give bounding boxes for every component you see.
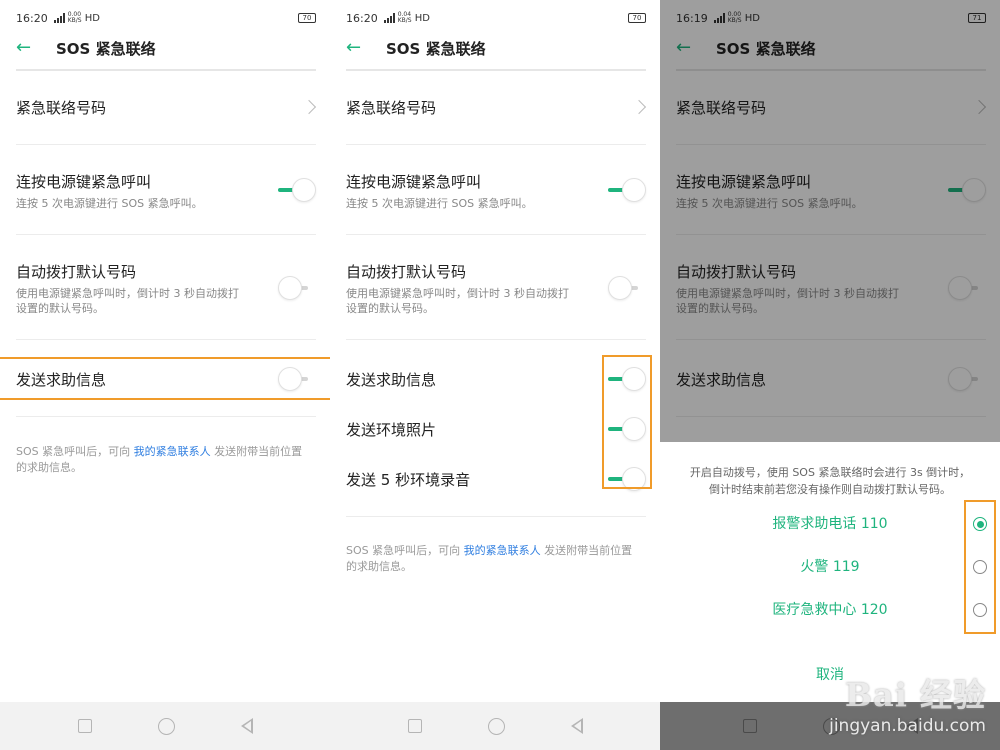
power-key-toggle[interactable] — [278, 178, 316, 202]
row-power-key-call[interactable]: 连按电源键紧急呼叫 连按 5 次电源键进行 SOS 紧急呼叫。 — [346, 171, 646, 211]
option-label: 医疗急救中心 120 — [772, 602, 888, 618]
dialog-scrim[interactable] — [660, 0, 1000, 442]
row-label: 紧急联络号码 — [346, 99, 437, 117]
net-speed: 0.00 KB/S — [67, 11, 82, 24]
row-send-info[interactable]: 发送求助信息 — [346, 367, 646, 391]
footnote: SOS 紧急呼叫后，可向 我的紧急联系人 发送附带当前位置 的求助信息。 — [16, 445, 303, 474]
divider — [16, 339, 316, 340]
home-circle-icon[interactable] — [487, 717, 505, 735]
page-title: SOS 紧急联络 — [56, 39, 156, 58]
net-speed: 0.04 KB/S — [397, 11, 412, 24]
recents-square-icon[interactable] — [77, 719, 92, 733]
footnote: SOS 紧急呼叫后，可向 我的紧急联系人 发送附带当前位置 的求助信息。 — [346, 544, 633, 573]
back-arrow-icon[interactable]: ← — [16, 39, 34, 57]
row-label: 自动拨打默认号码 — [16, 263, 137, 281]
watermark-url: jingyan.baidu.com — [829, 716, 986, 736]
divider — [16, 234, 316, 235]
battery-icon: 70 — [628, 13, 646, 23]
row-subtitle: 连按 5 次电源键进行 SOS 紧急呼叫。 — [346, 197, 533, 210]
recents-square-icon[interactable] — [407, 719, 422, 733]
baidu-jingyan-watermark: Bai 经验 jingyan.baidu.com — [829, 670, 986, 736]
back-triangle-icon[interactable] — [570, 718, 583, 734]
divider — [346, 516, 646, 517]
page-title: SOS 紧急联络 — [386, 39, 486, 58]
row-send-audio[interactable]: 发送 5 秒环境录音 — [346, 467, 646, 491]
option-police-110[interactable]: 报警求助电话 110 — [660, 508, 1000, 540]
signal-icon — [383, 13, 395, 23]
auto-dial-toggle[interactable] — [608, 276, 646, 300]
header: ← SOS 紧急联络 — [16, 36, 314, 60]
row-label: 紧急联络号码 — [16, 99, 107, 117]
row-emergency-contact[interactable]: 紧急联络号码 — [346, 97, 647, 117]
divider — [346, 234, 646, 235]
emergency-contacts-link[interactable]: 我的紧急联系人 — [464, 544, 541, 557]
row-emergency-contact[interactable]: 紧急联络号码 — [16, 97, 317, 117]
divider — [16, 416, 316, 417]
status-bar: 16:20 0.00 KB/S HD 70 — [16, 10, 316, 26]
auto-dial-toggle[interactable] — [278, 276, 316, 300]
back-triangle-icon[interactable] — [240, 718, 253, 734]
screen-2: 16:20 0.04 KB/S HD 70 ← SOS 紧急联络 紧急联络号码 连… — [330, 0, 660, 750]
row-auto-dial[interactable]: 自动拨打默认号码 使用电源键紧急呼叫时，倒计时 3 秒自动拨打 设置的默认号码。 — [16, 261, 316, 316]
row-subtitle: 使用电源键紧急呼叫时，倒计时 3 秒自动拨打 设置的默认号码。 — [346, 287, 569, 315]
status-time: 16:20 — [16, 11, 48, 25]
option-medical-120[interactable]: 医疗急救中心 120 — [660, 594, 1000, 626]
row-subtitle: 使用电源键紧急呼叫时，倒计时 3 秒自动拨打 设置的默认号码。 — [16, 287, 239, 315]
divider — [16, 144, 316, 145]
header: ← SOS 紧急联络 — [346, 36, 644, 60]
divider — [346, 144, 646, 145]
power-key-toggle[interactable] — [608, 178, 646, 202]
option-label: 报警求助电话 110 — [772, 516, 888, 532]
recents-square-icon[interactable] — [742, 719, 757, 733]
highlight-box — [602, 355, 652, 489]
header-divider — [16, 69, 316, 71]
highlight-box — [964, 500, 996, 634]
row-label: 发送 5 秒环境录音 — [346, 471, 471, 489]
row-power-key-call[interactable]: 连按电源键紧急呼叫 连按 5 次电源键进行 SOS 紧急呼叫。 — [16, 171, 316, 211]
row-send-photo[interactable]: 发送环境照片 — [346, 417, 646, 441]
hd-indicator: HD — [414, 12, 430, 24]
system-nav-bar — [0, 702, 330, 750]
row-label: 连按电源键紧急呼叫 — [16, 173, 152, 191]
option-fire-119[interactable]: 火警 119 — [660, 551, 1000, 583]
highlight-box — [0, 357, 330, 400]
row-auto-dial[interactable]: 自动拨打默认号码 使用电源键紧急呼叫时，倒计时 3 秒自动拨打 设置的默认号码。 — [346, 261, 646, 316]
screen-3: 16:19 0.00 KB/S HD 71 ← SOS 紧急联络 紧急联络号码 连… — [660, 0, 1000, 750]
row-label: 发送求助信息 — [346, 371, 437, 389]
header-divider — [346, 69, 646, 71]
screen-1: 16:20 0.00 KB/S HD 70 ← SOS 紧急联络 紧急联络号码 连… — [0, 0, 330, 750]
home-circle-icon[interactable] — [157, 717, 175, 735]
watermark-brand: Bai 经验 — [844, 676, 986, 714]
row-label: 自动拨打默认号码 — [346, 263, 467, 281]
system-nav-bar — [330, 702, 660, 750]
hd-indicator: HD — [84, 12, 100, 24]
option-label: 火警 119 — [800, 559, 860, 575]
emergency-contacts-link[interactable]: 我的紧急联系人 — [134, 445, 211, 458]
row-label: 连按电源键紧急呼叫 — [346, 173, 482, 191]
divider — [346, 339, 646, 340]
status-time: 16:20 — [346, 11, 378, 25]
battery-icon: 70 — [298, 13, 316, 23]
row-label: 发送环境照片 — [346, 421, 437, 439]
status-bar: 16:20 0.04 KB/S HD 70 — [346, 10, 646, 26]
dialog-message: 开启自动拨号，使用 SOS 紧急联络时会进行 3s 倒计时， 倒计时结束前若您没有… — [689, 466, 971, 496]
row-subtitle: 连按 5 次电源键进行 SOS 紧急呼叫。 — [16, 197, 203, 210]
back-arrow-icon[interactable]: ← — [346, 39, 364, 57]
signal-icon — [53, 13, 65, 23]
